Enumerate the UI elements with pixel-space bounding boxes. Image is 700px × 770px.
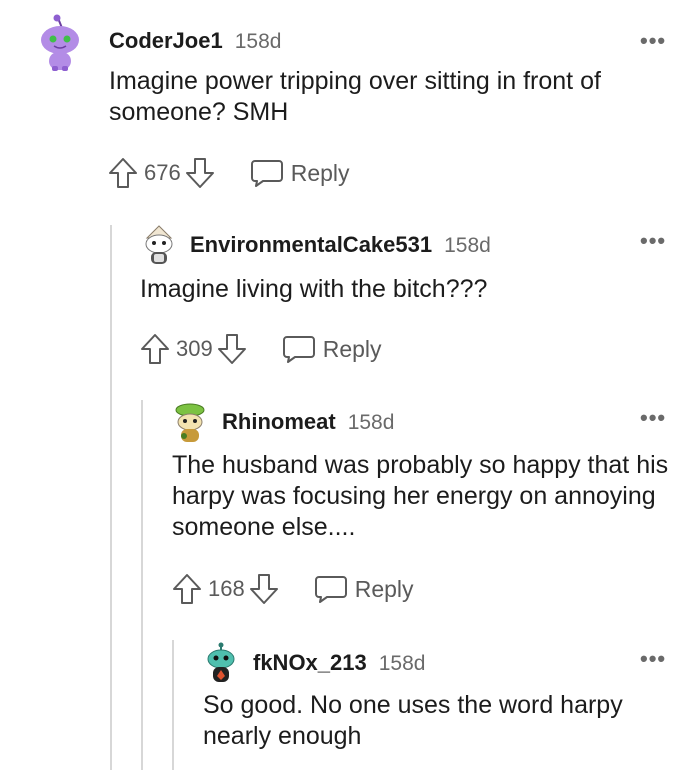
comment-body: Imagine living with the bitch??? <box>140 275 488 303</box>
timestamp: 158d <box>234 30 282 53</box>
comment-body: So good. No one uses the word harpy near… <box>203 691 623 750</box>
avatar[interactable] <box>38 14 82 72</box>
vote-count: 309 <box>176 336 213 361</box>
timestamp: 158d <box>347 411 395 434</box>
downvote-icon[interactable] <box>217 333 247 365</box>
reply-button[interactable]: Reply <box>250 158 350 188</box>
green-hat-avatar-icon <box>175 403 205 442</box>
white-hat-avatar-icon <box>145 225 173 264</box>
reply-button[interactable]: Reply <box>282 334 382 364</box>
avatar[interactable] <box>141 224 177 266</box>
downvote-icon[interactable] <box>185 157 215 189</box>
username[interactable]: EnvironmentalCake531 <box>190 232 432 258</box>
chat-bubble-icon <box>282 334 315 364</box>
timestamp: 158d <box>444 234 491 257</box>
reply-label: Reply <box>290 159 350 186</box>
upvote-icon[interactable] <box>172 573 202 605</box>
username[interactable]: CoderJoe1 <box>109 28 223 54</box>
more-options-icon[interactable]: ••• <box>640 30 666 52</box>
username[interactable]: Rhinomeat <box>222 409 336 435</box>
avatar[interactable] <box>172 402 208 444</box>
username[interactable]: fkNOx_213 <box>253 650 367 676</box>
reply-label: Reply <box>354 575 414 602</box>
more-options-icon[interactable]: ••• <box>640 407 666 429</box>
teal-alien-avatar-icon <box>207 642 235 682</box>
avatar[interactable] <box>203 642 239 684</box>
timestamp: 158d <box>378 652 426 675</box>
downvote-icon[interactable] <box>249 573 279 605</box>
chat-bubble-icon <box>250 158 283 188</box>
reply-button[interactable]: Reply <box>314 574 414 604</box>
thread-line[interactable] <box>110 225 112 770</box>
thread-line[interactable] <box>141 400 143 770</box>
purple-alien-avatar-icon <box>41 14 79 71</box>
upvote-icon[interactable] <box>140 333 170 365</box>
vote-count: 168 <box>208 576 245 601</box>
reply-label: Reply <box>322 335 382 362</box>
comment-body: Imagine power tripping over sitting in f… <box>109 67 601 126</box>
vote-count: 676 <box>144 160 181 185</box>
more-options-icon[interactable]: ••• <box>640 230 666 252</box>
comment-body: The husband was probably so happy that h… <box>172 451 669 541</box>
thread-line[interactable] <box>172 640 174 770</box>
upvote-icon[interactable] <box>108 157 138 189</box>
chat-bubble-icon <box>314 574 347 604</box>
more-options-icon[interactable]: ••• <box>640 648 666 670</box>
